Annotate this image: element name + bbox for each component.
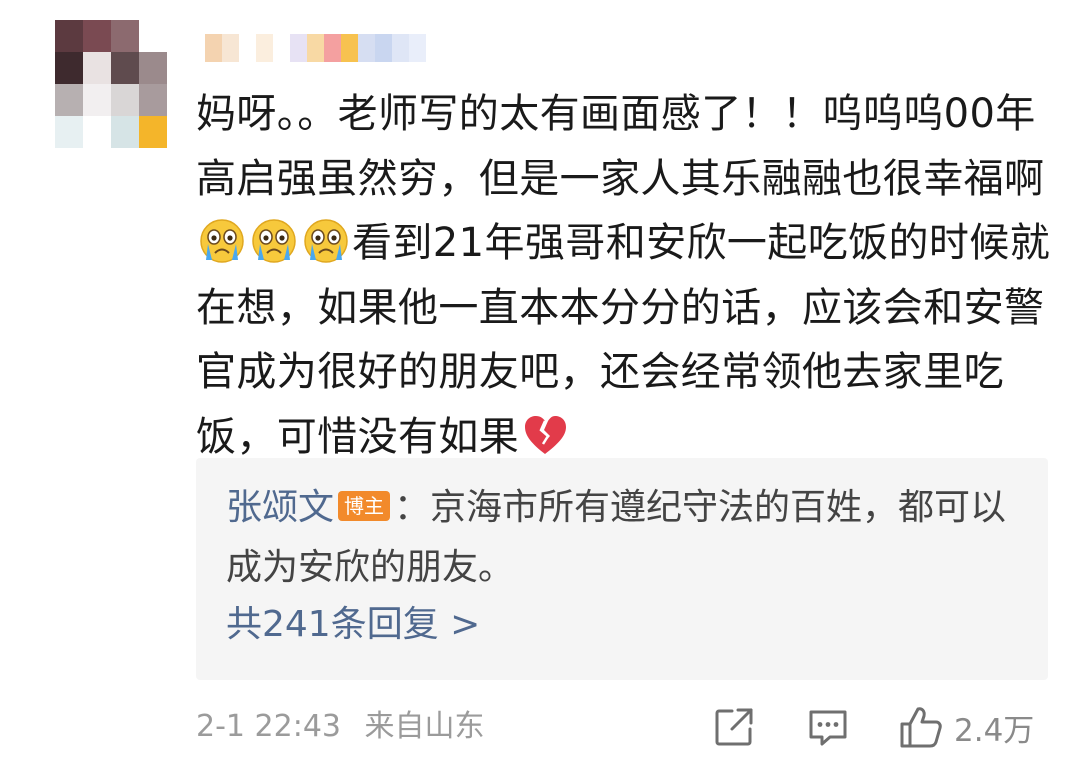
crying-face-emoji (303, 218, 349, 264)
reply-preview[interactable]: 张颂文 博主 ：京海市所有遵纪守法的百姓，都可以成为安欣的朋友。 共241条回复 > (196, 458, 1048, 680)
blogger-badge: 博主 (338, 491, 391, 521)
crying-face-emoji (199, 218, 245, 264)
timestamp: 2-1 22:43 (196, 709, 341, 744)
comment-card: 妈呀。。老师写的太有画面感了！！呜呜呜00年高启强虽然穷，但是一家人其乐融融也很… (0, 0, 1080, 763)
comment-text-part-1: 妈呀。。老师写的太有画面感了！！呜呜呜00年高启强虽然穷，但是一家人其乐融融也很… (196, 91, 1045, 202)
reply-separator: ： (394, 487, 431, 528)
comment-icon (809, 710, 847, 746)
like-icon (900, 707, 942, 748)
crying-face-emoji (251, 218, 297, 264)
comment-text: 妈呀。。老师写的太有画面感了！！呜呜呜00年高启强虽然穷，但是一家人其乐融融也很… (196, 82, 1066, 469)
share-icon (715, 708, 753, 746)
reply-author-link[interactable]: 张颂文 (226, 487, 334, 528)
reply-text: 张颂文 博主 ：京海市所有遵纪守法的百姓，都可以成为安欣的朋友。 (226, 478, 1026, 598)
comment-meta: 2-1 22:43 来自山东 (196, 702, 485, 752)
like-button[interactable]: 2.4万 (898, 704, 1034, 750)
share-button[interactable] (712, 704, 756, 750)
location: 来自山东 (364, 709, 485, 744)
view-all-replies-link[interactable]: 共241条回复 > (226, 600, 480, 650)
broken-heart-emoji (522, 412, 568, 458)
like-count: 2.4万 (954, 712, 1035, 749)
username[interactable] (205, 34, 426, 62)
avatar[interactable] (55, 20, 167, 148)
comment-button[interactable] (806, 704, 850, 750)
